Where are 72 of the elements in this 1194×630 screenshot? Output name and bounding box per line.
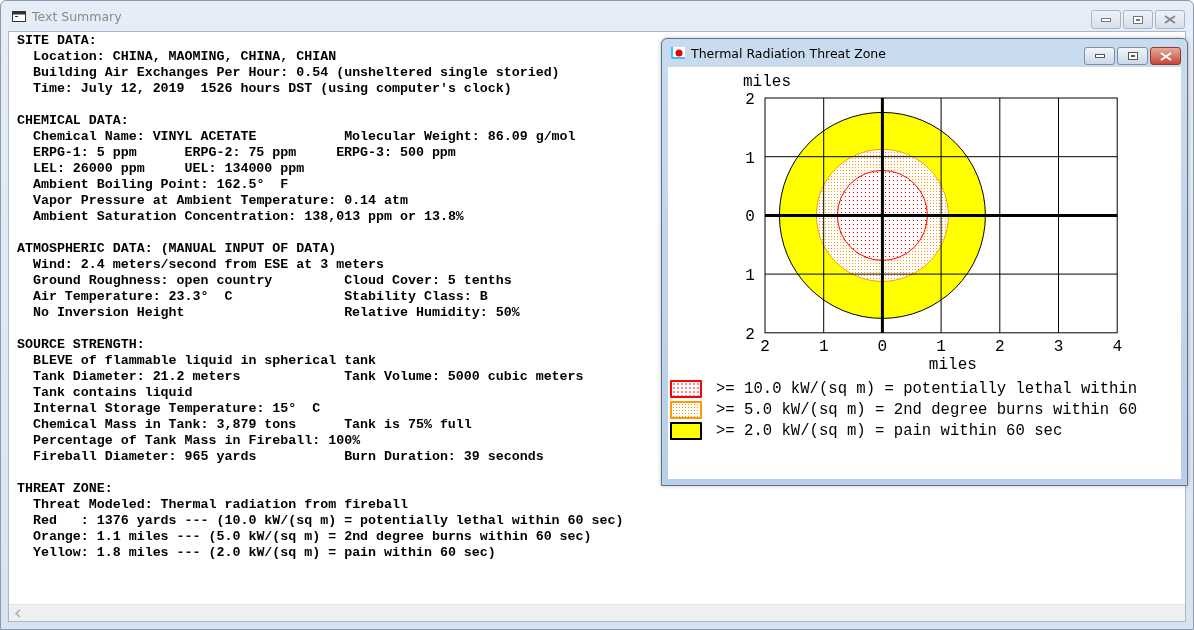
summary-text: Tank is 75% full xyxy=(344,417,472,433)
summary-text: Cloud Cover: 5 tenths xyxy=(344,273,512,289)
summary-text: Orange: 1.1 miles --- (5.0 kW/(sq m) = 2nd degree burns within 60 sec) xyxy=(32,529,592,545)
summary-text: Fireball Diameter: 965 yards xyxy=(32,449,258,465)
y-tick-label: 2 xyxy=(745,91,755,109)
y-tick-label: 0 xyxy=(745,208,755,227)
x-tick-label: 1 xyxy=(818,338,829,356)
close-icon[interactable] xyxy=(1164,15,1176,24)
maximize-icon[interactable] xyxy=(1133,15,1143,24)
summary-text: Tank Volume: 5000 cubic meters xyxy=(344,369,584,385)
section-heading: ATMOSPHERIC DATA: (MANUAL INPUT OF DATA) xyxy=(17,241,337,257)
section-heading: SITE DATA: xyxy=(17,33,97,49)
x-tick-label: 0 xyxy=(877,338,888,356)
x-tick-label: 2 xyxy=(760,338,770,356)
y-tick-label: 1 xyxy=(745,267,755,286)
summary-text: LEL: 26000 ppm xyxy=(32,161,146,177)
x-tick-label: 1 xyxy=(936,338,946,356)
summary-text: Air Temperature: 23.3° C xyxy=(32,289,234,305)
x-tick-label: 2 xyxy=(995,338,1005,356)
summary-text: Ambient Boiling Point: 162.5° F xyxy=(32,177,289,193)
summary-text: Chemical Name: VINYL ACETATE xyxy=(32,129,258,145)
window-title: Text Summary xyxy=(32,8,122,24)
summary-text: Building Air Exchanges Per Hour: 0.54 (unsheltered single storied) xyxy=(32,65,560,81)
summary-text: Percentage of Tank Mass in Fireball: 100% xyxy=(32,433,361,449)
minimize-button[interactable] xyxy=(1091,10,1121,29)
y-tick-label: 2 xyxy=(745,325,755,344)
summary-text: Vapor Pressure at Ambient Temperature: 0.14 atm xyxy=(32,193,408,209)
legend-text: >= 2.0 kW/(sq m) = pain within 60 sec xyxy=(716,422,1063,440)
maximize-button[interactable] xyxy=(1123,10,1153,29)
horizontal-scrollbar[interactable] xyxy=(9,604,1185,621)
summary-text: Ground Roughness: open country xyxy=(32,273,274,289)
x-tick-label: 4 xyxy=(1112,338,1122,356)
summary-text: Burn Duration: 39 seconds xyxy=(344,449,544,465)
maximize-icon[interactable] xyxy=(1127,52,1138,60)
legend-text: >= 10.0 kW/(sq m) = potentially lethal within xyxy=(716,380,1138,398)
summary-text: Chemical Mass in Tank: 3,879 tons xyxy=(32,417,298,433)
summary-text: Tank Diameter: 21.2 meters xyxy=(32,369,242,385)
x-tick-label: 3 xyxy=(1053,338,1064,356)
window-title: Thermal Radiation Threat Zone xyxy=(691,45,886,61)
summary-text: Time: July 12, 2019 1526 hours DST (using computer's clock) xyxy=(32,81,512,97)
summary-text: Tank contains liquid xyxy=(32,385,193,401)
section-heading: CHEMICAL DATA: xyxy=(17,113,129,129)
summary-text: Internal Storage Temperature: 15° C xyxy=(32,401,321,417)
summary-text: Red : 1376 yards --- (10.0 kW/(sq m) = potentially lethal within 60 sec) xyxy=(32,513,624,529)
x-axis-label: miles xyxy=(928,356,977,373)
minimize-icon[interactable] xyxy=(1094,54,1105,58)
maximize-button[interactable] xyxy=(1117,47,1148,65)
summary-text: No Inversion Height xyxy=(32,305,186,321)
summary-text: Wind: 2.4 meters/second from ESE at 3 meters xyxy=(32,257,385,273)
summary-text: Yellow: 1.8 miles --- (2.0 kW/(sq m) = pain within 60 sec) xyxy=(32,545,496,561)
chart-icon xyxy=(671,47,685,59)
summary-text: Location: CHINA, MAOMING, CHINA, CHIAN xyxy=(32,49,337,65)
summary-text: Threat Modeled: Thermal radiation from fireball xyxy=(32,497,408,513)
section-heading: SOURCE STRENGTH: xyxy=(17,337,145,353)
summary-text: Ambient Saturation Concentration: 138,013 ppm or 13.8% xyxy=(32,209,464,225)
summary-text: UEL: 134000 ppm xyxy=(184,161,305,177)
summary-text: ERPG-2: 75 ppm xyxy=(184,145,298,161)
summary-text: Stability Class: B xyxy=(344,289,488,305)
summary-text: Molecular Weight: 86.09 g/mol xyxy=(344,129,576,145)
y-tick-label: 1 xyxy=(745,149,755,168)
window-icon xyxy=(12,10,26,22)
y-axis-label: miles xyxy=(743,73,791,91)
minimize-icon[interactable] xyxy=(1101,17,1111,22)
close-button[interactable] xyxy=(1155,10,1185,29)
summary-text: Relative Humidity: 50% xyxy=(344,305,520,321)
summary-text: ERPG-1: 5 ppm xyxy=(32,145,138,161)
summary-text: ERPG-3: 500 ppm xyxy=(336,145,456,161)
minimize-button[interactable] xyxy=(1084,47,1115,65)
close-button[interactable] xyxy=(1150,47,1181,65)
summary-text: BLEVE of flammable liquid in spherical tank xyxy=(32,353,377,369)
legend-text: >= 5.0 kW/(sq m) = 2nd degree burns within 60 xyxy=(716,401,1138,419)
section-heading: THREAT ZONE: xyxy=(17,481,113,497)
